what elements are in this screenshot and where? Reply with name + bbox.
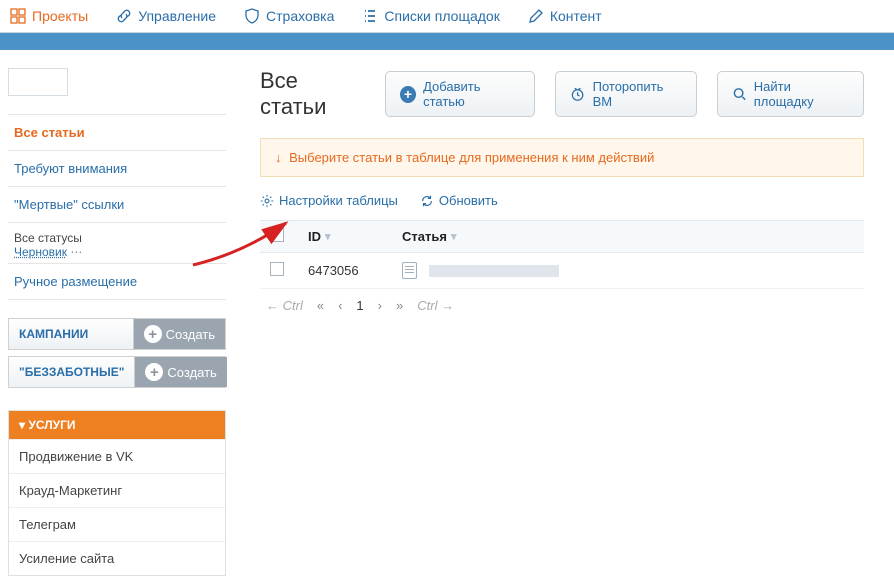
create-carefree-button[interactable]: + Создать [134,357,226,387]
panel-carefree: "БЕЗЗАБОТНЫЕ" + Создать [8,356,226,388]
status-header: Все статусы [14,231,220,245]
top-nav: Проекты Управление Страховка Списки площ… [0,0,894,32]
gear-icon [260,194,274,208]
arrow-down-icon: ↓ [275,150,282,165]
pager-next-hint: Ctrl → [417,298,454,313]
notice-bar: ↓ Выберите статьи в таблице для применен… [260,138,864,177]
nav-label: Управление [138,8,216,24]
tool-label: Настройки таблицы [279,193,398,208]
hurry-vm-button[interactable]: Поторопить ВМ [555,71,696,117]
service-vk[interactable]: Продвижение в VK [9,439,225,473]
tool-label: Обновить [439,193,498,208]
plus-circle-icon: + [400,86,416,103]
filter-needs-attention[interactable]: Требуют внимания [8,151,226,187]
status-block: Все статусы Черновик ⋯ [8,223,226,263]
sidebar: Все статьи Требуют внимания "Мертвые" сс… [0,50,230,576]
refresh-icon [420,194,434,208]
cell-article[interactable] [402,262,559,279]
list-icon [362,8,378,24]
pager-next[interactable]: › [378,298,382,313]
search-icon [732,86,747,102]
table-toolbar: Настройки таблицы Обновить [260,193,864,208]
pager-prev[interactable]: ‹ [338,298,342,313]
shield-icon [244,8,260,24]
panel-action-label: Создать [167,365,216,380]
articles-table: ID ▾ Статья ▾ 6473056 ← Ctrl « ‹ 1 › » C… [260,220,864,322]
nav-label: Контент [550,8,602,24]
btn-label: Добавить статью [423,79,520,109]
nav-projects[interactable]: Проекты [10,8,88,24]
status-draft-link[interactable]: Черновик [14,245,67,259]
filter-list: Все статьи Требуют внимания "Мертвые" сс… [8,114,226,300]
nav-label: Проекты [32,8,88,24]
table-settings-button[interactable]: Настройки таблицы [260,193,398,208]
panel-title[interactable]: "БЕЗЗАБОТНЫЕ" [9,357,134,387]
btn-label: Поторопить ВМ [593,79,682,109]
filter-manual-placement[interactable]: Ручное размещение [8,263,226,300]
clock-icon [570,86,585,102]
document-icon [402,262,417,279]
page-header: Все статьи + Добавить статью Поторопить … [260,68,864,120]
header-strip [0,32,894,50]
refresh-button[interactable]: Обновить [420,193,498,208]
table-header: ID ▾ Статья ▾ [260,220,864,253]
service-telegram[interactable]: Телеграм [9,507,225,541]
link-icon [116,8,132,24]
column-id[interactable]: ID ▾ [308,229,388,244]
dots-icon: ⋯ [70,245,83,259]
add-article-button[interactable]: + Добавить статью [385,71,536,117]
select-all-checkbox[interactable] [270,228,284,242]
panel-campaigns: КАМПАНИИ + Создать [8,318,226,350]
pen-icon [528,8,544,24]
pager-prev-hint: ← Ctrl [266,298,303,313]
project-logo[interactable] [8,68,68,96]
nav-label: Списки площадок [384,8,499,24]
plus-icon: + [145,363,163,381]
pager-first[interactable]: « [317,298,324,313]
filter-dead-links[interactable]: "Мертвые" ссылки [8,187,226,223]
pager-last[interactable]: » [396,298,403,313]
services-header[interactable]: ▾ УСЛУГИ [9,411,225,439]
services-block: ▾ УСЛУГИ Продвижение в VK Крауд-Маркетин… [8,410,226,576]
nav-site-lists[interactable]: Списки площадок [362,8,499,24]
plus-icon: + [144,325,162,343]
notice-text: Выберите статьи в таблице для применения… [289,150,654,165]
main-content: Все статьи + Добавить статью Поторопить … [230,50,894,576]
btn-label: Найти площадку [754,79,849,109]
nav-content[interactable]: Контент [528,8,602,24]
article-title-redacted [429,265,559,277]
nav-label: Страховка [266,8,334,24]
nav-insurance[interactable]: Страховка [244,8,334,24]
page-title: Все статьи [260,68,365,120]
pagination: ← Ctrl « ‹ 1 › » Ctrl → [260,289,864,322]
cell-id: 6473056 [308,263,388,278]
filter-all-articles[interactable]: Все статьи [8,115,226,151]
pager-current: 1 [356,298,363,313]
grid-icon [10,8,26,24]
create-campaign-button[interactable]: + Создать [133,319,225,349]
service-boost[interactable]: Усиление сайта [9,541,225,575]
panel-title[interactable]: КАМПАНИИ [9,319,98,349]
nav-management[interactable]: Управление [116,8,216,24]
filter-icon: ▾ [325,230,331,243]
column-article[interactable]: Статья ▾ [402,229,456,244]
row-checkbox[interactable] [270,262,284,276]
filter-icon: ▾ [451,230,457,243]
table-row: 6473056 [260,253,864,289]
find-site-button[interactable]: Найти площадку [717,71,864,117]
service-crowd[interactable]: Крауд-Маркетинг [9,473,225,507]
panel-action-label: Создать [166,327,215,342]
